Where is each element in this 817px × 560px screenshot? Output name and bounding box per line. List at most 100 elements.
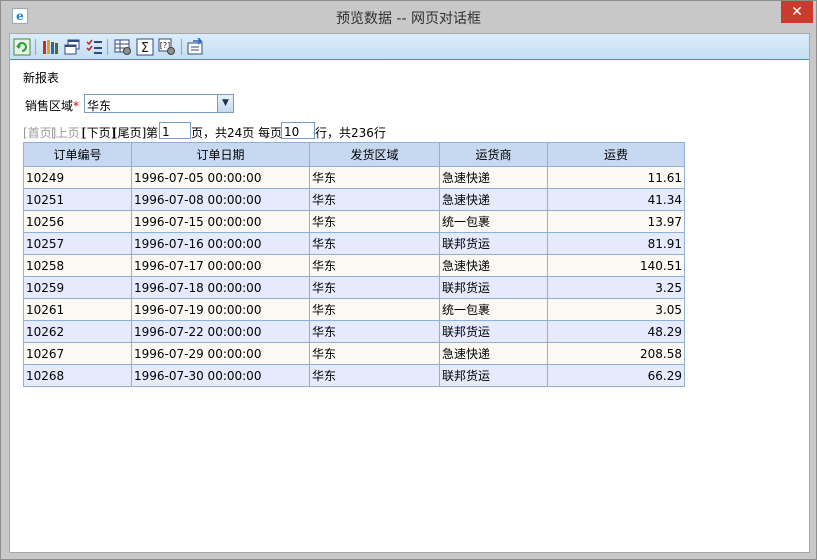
cell-order-id: 10267	[23, 342, 132, 365]
chevron-down-icon[interactable]: ▼	[217, 95, 233, 112]
report-books-icon	[43, 40, 58, 54]
toolbar-separator	[35, 39, 36, 55]
window-cascade-icon	[64, 39, 80, 55]
dialog-window: e 预览数据 -- 网页对话框 ✕ Σ [?] 新报表 销售区域* 华东 ▼ […	[0, 0, 817, 560]
title-bar[interactable]: e 预览数据 -- 网页对话框 ✕	[1, 1, 816, 33]
settings-grid-button[interactable]	[114, 38, 132, 56]
table-row: 10251 1996-07-08 00:00:00 华东 急速快递 41.34	[23, 188, 685, 211]
table-row: 10267 1996-07-29 00:00:00 华东 急速快递 208.58	[23, 342, 685, 365]
page-summary: 页，共24页 每页	[191, 126, 283, 140]
cell-order-id: 10261	[23, 298, 132, 321]
window-button[interactable]	[63, 38, 81, 56]
column-header-order-id[interactable]: 订单编号	[23, 142, 132, 167]
close-button[interactable]: ✕	[781, 1, 813, 23]
checklist-button[interactable]	[85, 38, 103, 56]
toolbar-separator	[181, 39, 182, 55]
page-prefix: 第	[146, 126, 159, 140]
column-header-shipper[interactable]: 运货商	[439, 142, 548, 167]
cell-order-date: 1996-07-30 00:00:00	[131, 364, 310, 387]
cell-ship-region: 华东	[309, 188, 440, 211]
cell-ship-region: 华东	[309, 364, 440, 387]
region-select-value: 华东	[87, 99, 112, 113]
toolbar-separator	[107, 39, 108, 55]
sum-icon: Σ	[136, 38, 154, 56]
data-table: 订单编号 订单日期 发货区域 运货商 运费 10249 1996-07-05 0…	[23, 142, 685, 387]
cell-order-date: 1996-07-08 00:00:00	[131, 188, 310, 211]
table-row: 10262 1996-07-22 00:00:00 华东 联邦货运 48.29	[23, 320, 685, 343]
cell-ship-region: 华东	[309, 320, 440, 343]
last-page-link[interactable]: [尾页]	[113, 124, 146, 141]
cell-order-date: 1996-07-19 00:00:00	[131, 298, 310, 321]
report-name: 新报表	[23, 71, 60, 85]
cell-ship-region: 华东	[309, 342, 440, 365]
cell-order-id: 10259	[23, 276, 132, 299]
cell-shipper: 急速快递	[439, 254, 548, 277]
prev-page-link[interactable]: [上页]	[51, 124, 84, 141]
cell-ship-region: 华东	[309, 210, 440, 233]
cell-order-date: 1996-07-22 00:00:00	[131, 320, 310, 343]
dialog-content: Σ [?] 新报表 销售区域* 华东 ▼ [首页] [上页] [下页] [尾页]…	[9, 33, 810, 553]
sum-button[interactable]: Σ	[136, 38, 154, 56]
cell-shipper: 急速快递	[439, 188, 548, 211]
next-page-link[interactable]: [下页]	[82, 124, 115, 141]
cell-order-id: 10249	[23, 166, 132, 189]
cell-freight: 13.97	[547, 210, 685, 233]
cell-freight: 66.29	[547, 364, 685, 387]
page-size-input[interactable]: 10	[281, 122, 315, 139]
cell-freight: 3.05	[547, 298, 685, 321]
export-icon	[187, 38, 203, 55]
toolbar: Σ [?]	[10, 34, 809, 60]
cell-order-date: 1996-07-29 00:00:00	[131, 342, 310, 365]
cell-freight: 3.25	[547, 276, 685, 299]
cell-order-date: 1996-07-18 00:00:00	[131, 276, 310, 299]
table-row: 10258 1996-07-17 00:00:00 华东 急速快递 140.51	[23, 254, 685, 277]
cell-ship-region: 华东	[309, 298, 440, 321]
cell-order-id: 10251	[23, 188, 132, 211]
table-row: 10249 1996-07-05 00:00:00 华东 急速快递 11.61	[23, 166, 685, 189]
cell-shipper: 统一包裹	[439, 210, 548, 233]
required-mark: *	[73, 99, 80, 113]
column-header-ship-region[interactable]: 发货区域	[309, 142, 440, 167]
region-label-text: 销售区域	[25, 99, 74, 113]
cell-freight: 41.34	[547, 188, 685, 211]
cell-shipper: 急速快递	[439, 342, 548, 365]
cell-shipper: 联邦货运	[439, 320, 548, 343]
window-title: 预览数据 -- 网页对话框	[335, 11, 481, 27]
settings-grid-icon	[114, 39, 131, 55]
table-row: 10261 1996-07-19 00:00:00 华东 统一包裹 3.05	[23, 298, 685, 321]
cell-shipper: 统一包裹	[439, 298, 548, 321]
export-button[interactable]	[187, 38, 205, 56]
column-header-freight[interactable]: 运费	[547, 142, 685, 167]
column-header-order-date[interactable]: 订单日期	[131, 142, 310, 167]
cell-order-id: 10262	[23, 320, 132, 343]
table-header-row: 订单编号 订单日期 发货区域 运货商 运费	[23, 142, 685, 167]
table-row: 10257 1996-07-16 00:00:00 华东 联邦货运 81.91	[23, 232, 685, 255]
table-row: 10256 1996-07-15 00:00:00 华东 统一包裹 13.97	[23, 210, 685, 233]
cell-order-date: 1996-07-16 00:00:00	[131, 232, 310, 255]
page-number-input[interactable]: 1	[159, 122, 191, 139]
table-row: 10259 1996-07-18 00:00:00 华东 联邦货运 3.25	[23, 276, 685, 299]
cell-order-date: 1996-07-17 00:00:00	[131, 254, 310, 277]
cell-freight: 140.51	[547, 254, 685, 277]
cell-order-date: 1996-07-15 00:00:00	[131, 210, 310, 233]
table-row: 10268 1996-07-30 00:00:00 华东 联邦货运 66.29	[23, 364, 685, 387]
cell-freight: 81.91	[547, 232, 685, 255]
cell-ship-region: 华东	[309, 232, 440, 255]
cell-order-id: 10258	[23, 254, 132, 277]
cell-order-id: 10256	[23, 210, 132, 233]
checklist-icon	[86, 39, 102, 54]
cell-order-id: 10268	[23, 364, 132, 387]
cell-shipper: 联邦货运	[439, 276, 548, 299]
svg-text:Σ: Σ	[141, 41, 149, 56]
param-settings-button[interactable]: [?]	[158, 38, 176, 56]
rows-summary: 行，共236行	[315, 126, 386, 140]
cell-shipper: 急速快递	[439, 166, 548, 189]
param-gear-icon: [?]	[158, 38, 175, 55]
report-library-button[interactable]	[41, 38, 59, 56]
refresh-button[interactable]	[13, 38, 31, 56]
cell-order-id: 10257	[23, 232, 132, 255]
cell-freight: 48.29	[547, 320, 685, 343]
region-select[interactable]: 华东 ▼	[84, 94, 234, 113]
region-label: 销售区域*	[25, 97, 79, 114]
cell-shipper: 联邦货运	[439, 364, 548, 387]
